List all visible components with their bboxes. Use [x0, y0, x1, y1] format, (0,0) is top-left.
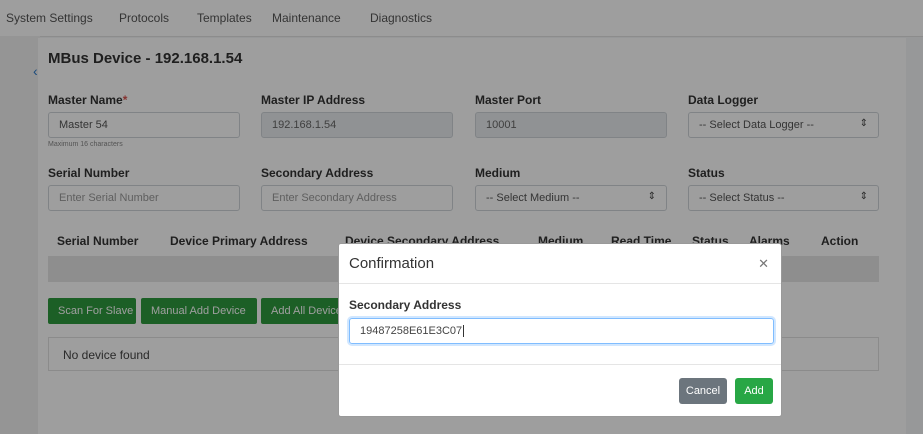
add-button[interactable]: Add: [735, 378, 773, 404]
text-cursor: [463, 325, 465, 338]
confirmation-modal: Confirmation ✕ Secondary Address 1948725…: [338, 243, 782, 417]
secondary-address-modal-input[interactable]: 19487258E61E3C07: [349, 318, 774, 344]
modal-footer-divider: [339, 364, 781, 365]
modal-header-divider: [339, 283, 781, 284]
cancel-button[interactable]: Cancel: [679, 378, 727, 404]
close-icon[interactable]: ✕: [758, 256, 769, 272]
modal-title: Confirmation: [349, 255, 435, 272]
modal-field-label: Secondary Address: [349, 298, 462, 312]
